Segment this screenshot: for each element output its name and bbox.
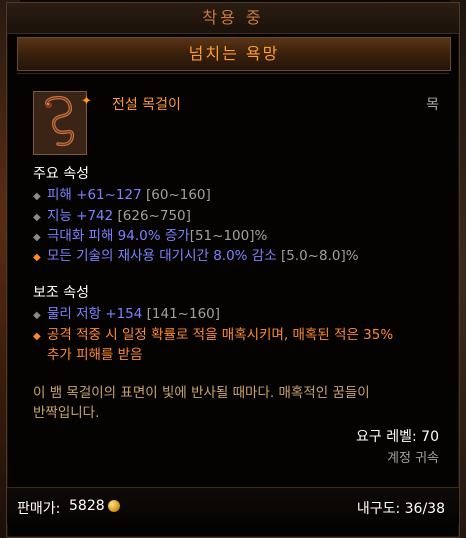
flavor-text: 이 뱀 목걸이의 표면이 빛에 반사될 때마다. 매혹적인 꿈들이 반짝입니다. [33, 383, 433, 423]
primary-attribute-row: ◆ 지능 +742 [626~750] [33, 204, 191, 224]
item-slot: 목 [426, 97, 439, 113]
diamond-bullet-icon: ◆ [33, 331, 41, 342]
diamond-bullet-icon: ◆ [33, 232, 41, 243]
diamond-bullet-icon: ◆ [33, 191, 41, 202]
divider [17, 73, 449, 74]
required-level: 요구 레벨: 70 [356, 429, 439, 445]
primary-attribute-row: ◆ 모든 기술의 재사용 대기시간 8.0% 감소 [5.0~8.0]% [33, 244, 359, 264]
diamond-bullet-icon: ◆ [33, 212, 41, 223]
attribute-value: 피해 +61~127 [47, 187, 142, 203]
attribute-range: [60~160] [146, 187, 211, 203]
attribute-value: 물리 저항 +154 [47, 306, 143, 322]
attribute-range: [5.0~8.0]% [280, 248, 359, 264]
account-bound-label: 계정 귀속 [387, 451, 439, 466]
flavor-text-line: 반짝입니다. [33, 405, 100, 421]
legendary-power-row: ◆ 공격 적중 시 일정 확률로 적을 매혹시키며, 매혹된 적은 35% [33, 323, 393, 343]
item-name-banner: 넘치는 욕망 [17, 37, 451, 71]
item-type: 전설 목걸이 [112, 97, 181, 113]
sell-price-value: 5828 [69, 498, 105, 514]
diamond-bullet-icon: ◆ [33, 310, 41, 321]
primary-attribute-row: ◆ 극대화 피해 94.0% 증가[51~100]% [33, 224, 267, 244]
attribute-range: [51~100]% [189, 228, 268, 244]
item-tooltip: 착용 중 넘치는 욕망 ✦ 전설 목걸이 목 주요 속성 ◆ 피해 +61~127… [6, 2, 460, 538]
tooltip-footer: 판매가: 5828 내구도: 36/38 [7, 487, 459, 524]
star-icon: ✦ [81, 94, 92, 109]
attribute-value: 지능 +742 [47, 208, 114, 224]
primary-attributes-title: 주요 속성 [33, 166, 89, 182]
legendary-power-text: 추가 피해를 받음 [47, 347, 143, 363]
sell-price-label: 판매가: [17, 501, 61, 517]
gold-coin-icon [108, 500, 120, 512]
attribute-range: [626~750] [117, 208, 191, 224]
secondary-attributes-title: 보조 속성 [33, 285, 89, 301]
legendary-power-row-continued: 추가 피해를 받음 [47, 343, 143, 363]
flavor-text-line: 이 뱀 목걸이의 표면이 빛에 반사될 때마다. 매혹적인 꿈들이 [33, 385, 370, 401]
attribute-value: 극대화 피해 94.0% 증가 [47, 228, 190, 244]
attribute-value: 모든 기술의 재사용 대기시간 8.0% 감소 [47, 248, 277, 264]
durability: 내구도: 36/38 [356, 501, 445, 517]
legendary-power-text: 공격 적중 시 일정 확률로 적을 매혹시키며, 매혹된 적은 35% [47, 327, 394, 343]
equipped-header: 착용 중 [7, 3, 459, 34]
serpent-necklace-icon[interactable] [33, 91, 87, 155]
diamond-bullet-icon: ◆ [33, 252, 41, 263]
secondary-attribute-row: ◆ 물리 저항 +154 [141~160] [33, 302, 220, 322]
primary-attribute-row: ◆ 피해 +61~127 [60~160] [33, 183, 211, 203]
attribute-range: [141~160] [146, 306, 221, 322]
